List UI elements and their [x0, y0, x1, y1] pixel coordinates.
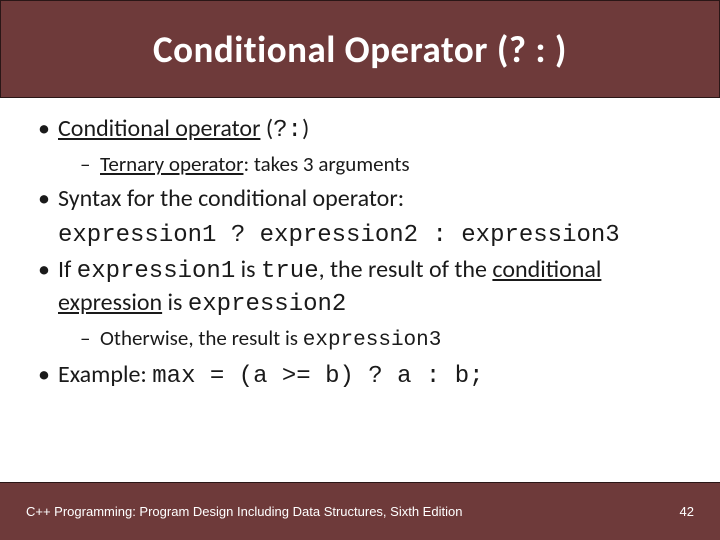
syntax-line: expression1 ? expression2 : expression3 [34, 219, 686, 252]
text-ternary-operator: Ternary operator [100, 151, 243, 177]
text-true: true [261, 258, 319, 285]
text-is: is [235, 255, 261, 284]
text-expr2: expression2 [188, 291, 346, 318]
text-if: If [58, 255, 77, 284]
footer-page-number: 42 [680, 504, 694, 519]
slide: Conditional Operator (? : ) Conditional … [0, 0, 720, 540]
text-syntax-intro: Syntax for the conditional operator: [58, 184, 404, 213]
text-example-code: max = (a >= b) ? a : b; [152, 363, 483, 390]
text-paren-open: ( [260, 114, 273, 143]
bullet-list-2: If expression1 is true, the result of th… [34, 255, 686, 392]
text-otherwise: Otherwise, the result is [100, 325, 303, 351]
sub-bullet-list-2: Otherwise, the result is expression3 [58, 325, 686, 354]
text-example-label: Example: [58, 360, 152, 389]
bullet-example: Example: max = (a >= b) ? a : b; [34, 360, 686, 393]
text-expr1: expression1 [77, 258, 235, 285]
bullet-conditional-operator: Conditional operator (?:) Ternary operat… [34, 114, 686, 178]
text-op-symbol: ?: [273, 117, 302, 144]
bullet-list: Conditional operator (?:) Ternary operat… [34, 114, 686, 215]
bullet-if-expression: If expression1 is true, the result of th… [34, 255, 686, 354]
footer-bar: C++ Programming: Program Design Includin… [0, 482, 720, 540]
sub-bullet-ternary: Ternary operator: takes 3 arguments [58, 151, 686, 178]
bullet-syntax: Syntax for the conditional operator: [34, 184, 686, 215]
text-ternary-post: : takes 3 arguments [243, 151, 409, 177]
text-expr3: expression3 [303, 329, 442, 352]
text-syntax-expression: expression1 ? expression2 : expression3 [58, 222, 620, 249]
footer-text: C++ Programming: Program Design Includin… [26, 504, 462, 519]
title-bar: Conditional Operator (? : ) [0, 0, 720, 98]
slide-content: Conditional operator (?:) Ternary operat… [0, 98, 720, 393]
sub-bullet-list: Ternary operator: takes 3 arguments [58, 151, 686, 178]
text-conditional-operator: Conditional operator [58, 114, 260, 143]
sub-bullet-otherwise: Otherwise, the result is expression3 [58, 325, 686, 354]
text-result-of: , the result of the [319, 255, 493, 284]
text-is2: is [162, 288, 188, 317]
text-paren-close: ) [302, 114, 309, 143]
slide-title: Conditional Operator (? : ) [153, 27, 567, 72]
